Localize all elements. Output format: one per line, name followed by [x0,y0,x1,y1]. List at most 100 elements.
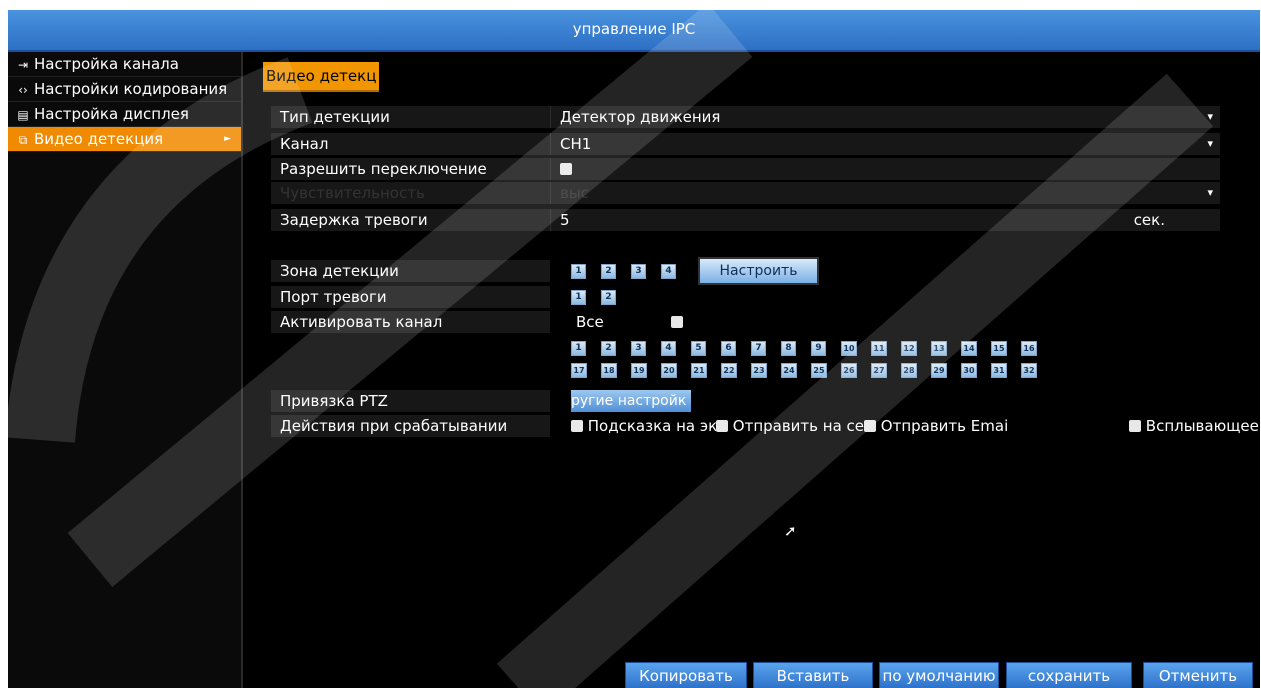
channel-number-button[interactable]: 7 [751,340,766,356]
channel-number-button[interactable]: 11 [871,340,887,356]
action-label: Всплывающее [1145,417,1259,435]
sensitivity-label: Чувствительность [271,182,550,204]
channel-number-button[interactable]: 5 [691,340,706,356]
chevron-down-icon: ▾ [1207,110,1213,123]
channel-number-button[interactable]: 25 [811,362,827,378]
action-send-network[interactable]: Отправить на се [716,415,864,437]
all-channels-checkbox[interactable] [671,316,683,328]
channel-grid-row-2: 17 18 19 20 21 22 23 24 25 26 27 28 29 30 31 32 [571,362,1051,378]
alarm-port-button[interactable]: 2 [601,290,616,305]
cancel-button[interactable]: Отменить [1143,662,1253,688]
channel-number-button[interactable]: 10 [841,340,857,356]
alarm-delay-value: 5 [560,211,570,229]
channel-row: Канал CH1 ▾ [271,133,1225,155]
checkbox-icon [571,420,583,432]
action-send-email[interactable]: Отправить Emai [864,415,1014,437]
tab-video-detection[interactable]: Видео детекц [263,62,380,92]
channel-number-button[interactable]: 23 [751,362,767,378]
save-button[interactable]: сохранить [1006,662,1132,688]
input-icon: ⇥ [17,58,29,72]
channel-number-button[interactable]: 28 [901,362,917,378]
ipc-window: управление IPC ⇥ Настройка канала ‹› Настр… [8,10,1260,688]
display-icon: ▤ [17,108,29,122]
zone-number-button[interactable]: 2 [601,264,616,279]
channel-number-button[interactable]: 1 [571,340,586,356]
channel-number-button[interactable]: 6 [721,340,736,356]
channel-number-button[interactable]: 16 [1021,340,1037,356]
detection-type-row: Тип детекции Детектор движения ▾ [271,106,1225,128]
sidebar-item-channel[interactable]: ⇥ Настройка канала [8,52,241,77]
channel-number-button[interactable]: 4 [661,340,676,356]
activate-channel-row: Активировать канал Все [271,311,1225,333]
allow-switch-label: Разрешить переключение [271,158,550,180]
channel-number-button[interactable]: 15 [991,340,1007,356]
configure-button[interactable]: Настроить [698,257,819,285]
channel-number-button[interactable]: 22 [721,362,737,378]
channel-number-button[interactable]: 13 [931,340,947,356]
allow-switch-cell [550,158,1220,180]
action-popup[interactable]: Всплывающее [1129,415,1260,437]
action-onscreen-hint[interactable]: Подсказка на эк [571,415,716,437]
copy-button[interactable]: Копировать [625,662,747,688]
channel-number-button[interactable]: 18 [601,362,617,378]
paste-button[interactable]: Вставить [753,662,873,688]
sidebar-item-display[interactable]: ▤ Настройка дисплея [8,102,241,127]
alarm-port-label: Порт тревоги [271,286,550,308]
detection-type-select[interactable]: Детектор движения ▾ [550,106,1220,128]
sidebar-item-label: Настройки кодирования [34,80,228,98]
sidebar-item-encoding[interactable]: ‹› Настройки кодирования [8,77,241,102]
channel-number-button[interactable]: 32 [1021,362,1037,378]
allow-switch-row: Разрешить переключение [271,158,1225,180]
chevron-right-icon: ► [224,134,231,144]
window-title: управление IPC [8,10,1260,52]
channel-number-button[interactable]: 17 [571,362,587,378]
alarm-delay-label: Задержка тревоги [271,209,550,231]
sensitivity-select[interactable]: выс ▾ [550,182,1220,204]
channel-number-button[interactable]: 2 [601,340,616,356]
actions-label: Действия при срабатывании [271,415,550,437]
alarm-delay-unit: сек. [1133,211,1165,229]
channel-number-button[interactable]: 8 [781,340,796,356]
channel-number-button[interactable]: 14 [961,340,977,356]
alarm-delay-input[interactable]: 5 сек. [550,209,1220,231]
zone-number-button[interactable]: 1 [571,264,586,279]
sidebar: ⇥ Настройка канала ‹› Настройки кодировани… [8,52,243,688]
sidebar-item-label: Настройка канала [34,55,179,73]
ptz-settings-button[interactable]: ругие настройк [571,390,691,412]
allow-switch-checkbox[interactable] [560,163,572,175]
mouse-cursor-icon: ➚ [784,522,797,540]
channel-number-button[interactable]: 27 [871,362,887,378]
channel-number-button[interactable]: 31 [991,362,1007,378]
ptz-label: Привязка PTZ [271,390,550,412]
sidebar-item-video-detection[interactable]: ⧉ Видео детекция ► [8,127,241,152]
default-button[interactable]: по умолчанию [879,662,999,688]
channel-number-button[interactable]: 30 [961,362,977,378]
channel-number-button[interactable]: 19 [631,362,647,378]
channel-value: CH1 [560,135,592,153]
sidebar-item-label: Видео детекция [34,130,164,148]
chevron-down-icon: ▾ [1207,137,1213,150]
channel-number-button[interactable]: 24 [781,362,797,378]
zone-number-button[interactable]: 3 [631,264,646,279]
channel-number-button[interactable]: 12 [901,340,917,356]
checkbox-icon [1129,420,1141,432]
channel-select[interactable]: CH1 ▾ [550,133,1220,155]
alarm-port-row: Порт тревоги 12 [271,286,1225,308]
channel-number-button[interactable]: 9 [811,340,826,356]
zone-number-button[interactable]: 4 [661,264,676,279]
channel-number-button[interactable]: 26 [841,362,857,378]
channel-number-button[interactable]: 21 [691,362,707,378]
ptz-row: Привязка PTZ ругие настройк [271,390,1225,412]
channel-label: Канал [271,133,550,155]
activate-channel-label: Активировать канал [271,311,550,333]
channel-number-button[interactable]: 29 [931,362,947,378]
detection-type-label: Тип детекции [271,106,550,128]
channel-number-button[interactable]: 3 [631,340,646,356]
channel-grid-row-1: 1 2 3 4 5 6 7 8 9 10 11 12 13 14 15 16 [571,340,1051,356]
channel-number-button[interactable]: 20 [661,362,677,378]
action-label: Подсказка на эк [587,417,716,435]
sensitivity-value: выс [560,184,589,202]
alarm-port-button[interactable]: 1 [571,290,586,305]
action-label: Отправить Emai [880,417,1009,435]
sidebar-item-label: Настройка дисплея [34,105,189,123]
